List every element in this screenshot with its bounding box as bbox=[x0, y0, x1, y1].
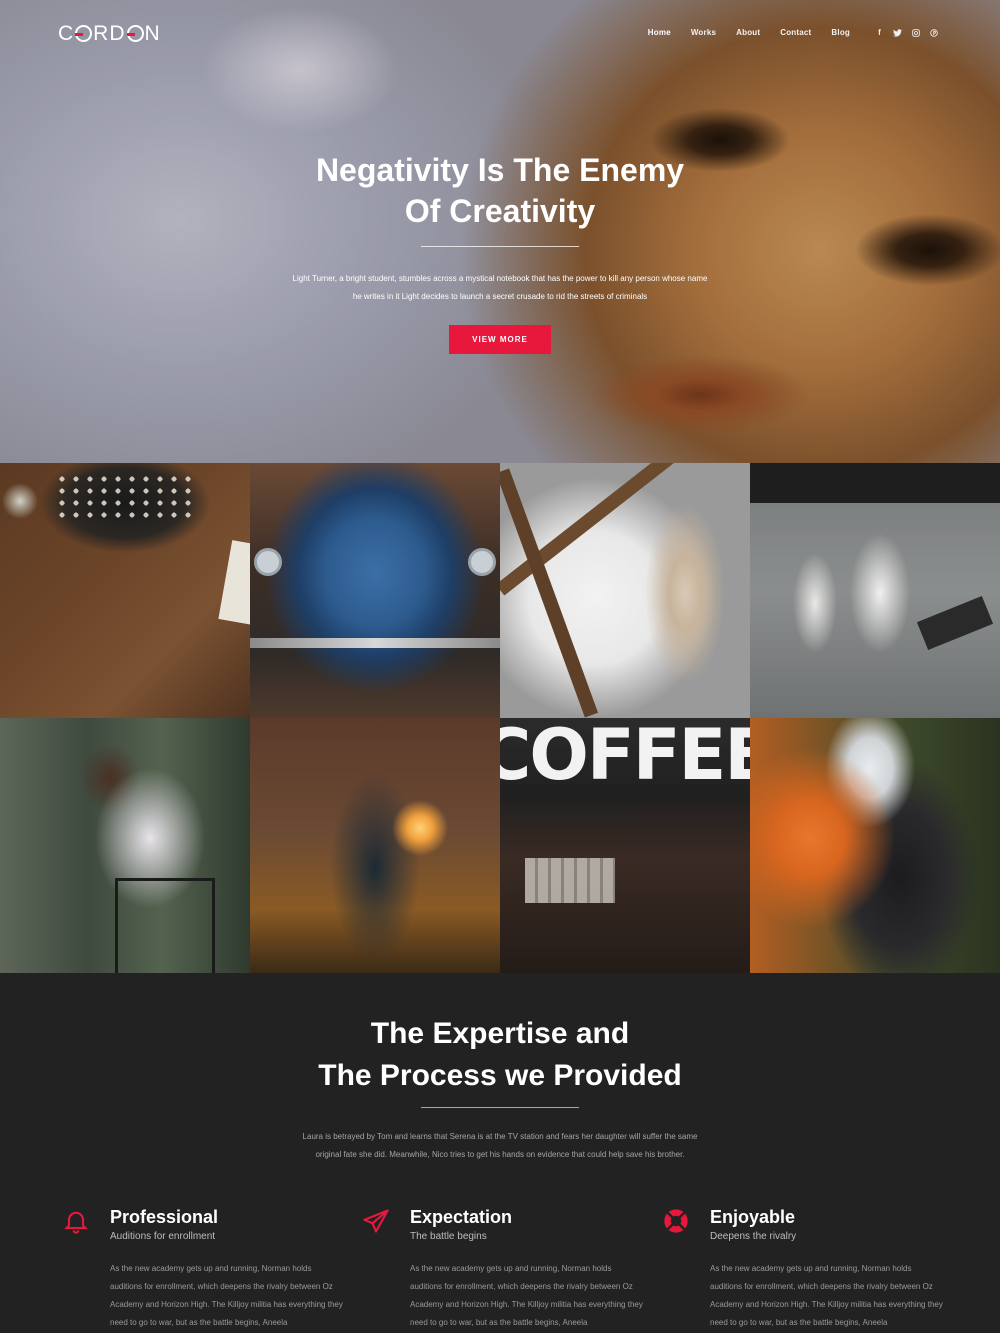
feature-body: As the new academy gets up and running, … bbox=[110, 1264, 343, 1327]
expertise-description: Laura is betrayed by Tom and learns that… bbox=[302, 1132, 698, 1159]
expertise-divider bbox=[421, 1107, 579, 1108]
feature-subtitle: The battle begins bbox=[410, 1231, 487, 1242]
feature-body: As the new academy gets up and running, … bbox=[710, 1264, 943, 1327]
feature-subtitle: Auditions for enrollment bbox=[110, 1231, 216, 1242]
nav-item-contact[interactable]: Contact bbox=[780, 28, 811, 37]
logo-mark-icon bbox=[126, 25, 144, 42]
hero-section: C RD N Home Works About Contact Blog f Neg… bbox=[0, 0, 1000, 463]
nav-item-blog[interactable]: Blog bbox=[831, 28, 850, 37]
bell-icon bbox=[62, 1207, 90, 1235]
gallery-item-typewriter[interactable] bbox=[0, 463, 250, 718]
portfolio-gallery: COFFEE bbox=[0, 463, 1000, 973]
feature-title: Expectation bbox=[410, 1207, 513, 1227]
expertise-section: The Expertise and The Process we Provided… bbox=[0, 973, 1000, 1333]
gallery-item-clock[interactable] bbox=[500, 463, 750, 718]
lifebuoy-icon bbox=[662, 1207, 690, 1235]
logo-mark-icon bbox=[75, 25, 93, 42]
nav-item-works[interactable]: Works bbox=[691, 28, 716, 37]
facebook-icon[interactable]: f bbox=[875, 28, 884, 37]
gallery-item-balcony[interactable] bbox=[0, 718, 250, 973]
logo[interactable]: C RD N bbox=[58, 22, 161, 46]
expertise-title: The Expertise and The Process we Provided bbox=[318, 1017, 682, 1092]
main-nav: Home Works About Contact Blog bbox=[628, 28, 850, 37]
feature-subtitle: Deepens the rivalry bbox=[710, 1231, 797, 1242]
hero-divider bbox=[421, 246, 579, 247]
pinterest-icon[interactable] bbox=[929, 28, 938, 37]
feature-title: Enjoyable bbox=[710, 1207, 796, 1227]
gallery-item-sunset-portrait[interactable] bbox=[250, 718, 500, 973]
hero-title: Negativity Is The Enemy Of Creativity bbox=[315, 152, 685, 229]
feature-title: Professional bbox=[110, 1207, 219, 1227]
gallery-item-photoshoot[interactable] bbox=[750, 463, 1000, 718]
gallery-item-smoke-hoodie[interactable] bbox=[750, 718, 1000, 973]
twitter-icon[interactable] bbox=[893, 28, 902, 37]
nav-item-home[interactable]: Home bbox=[648, 28, 671, 37]
instagram-icon[interactable] bbox=[911, 28, 920, 37]
paper-plane-icon bbox=[362, 1207, 390, 1235]
feature-body: As the new academy gets up and running, … bbox=[410, 1264, 643, 1327]
coffee-sign-text: COFFEE bbox=[500, 718, 750, 796]
gallery-item-coffee[interactable]: COFFEE bbox=[500, 718, 750, 973]
gallery-item-blue-car[interactable] bbox=[250, 463, 500, 718]
hero-description: Light Turner, a bright student, stumbles… bbox=[292, 274, 708, 301]
social-links: f bbox=[875, 28, 938, 37]
nav-item-about[interactable]: About bbox=[736, 28, 760, 37]
view-more-button[interactable]: VIEW MORE bbox=[449, 325, 551, 354]
